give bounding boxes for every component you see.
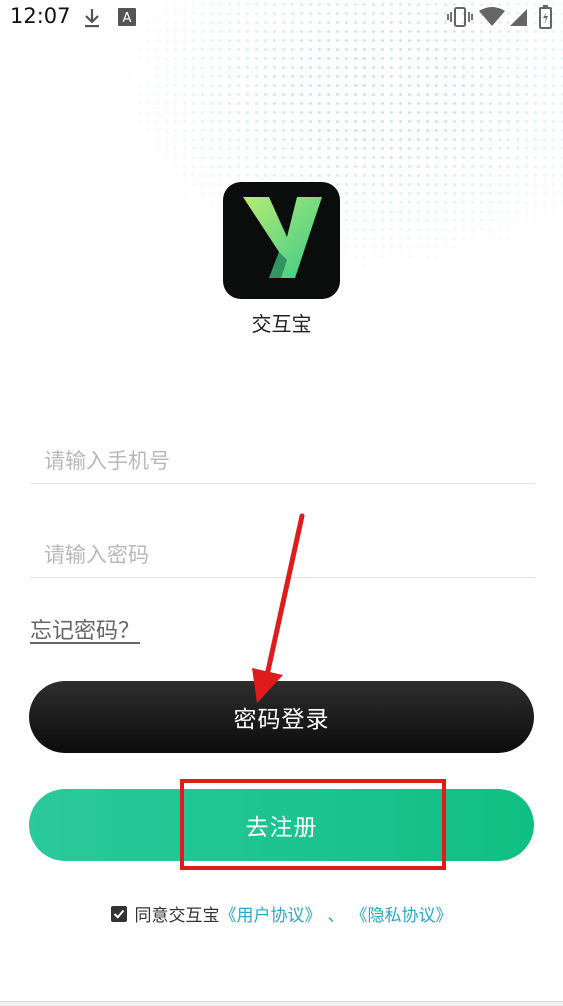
bottom-bar <box>0 1001 563 1006</box>
app-name: 交互宝 <box>251 312 312 336</box>
download-icon <box>85 9 99 28</box>
login-button-label: 密码登录 <box>233 707 330 733</box>
wifi-icon <box>479 7 505 26</box>
battery-icon <box>539 5 552 29</box>
check-icon <box>113 909 124 919</box>
agreement-prefix: 同意交互宝 <box>134 906 220 926</box>
password-login-button[interactable]: 密码登录 <box>29 681 534 753</box>
annotation-highlight-box <box>180 779 446 870</box>
phone-input[interactable] <box>30 438 535 484</box>
agreement-row: 同意交互宝 《用户协议》 、 《隐私协议》 <box>0 901 563 926</box>
y-logo-icon <box>243 197 322 278</box>
password-input[interactable] <box>30 532 535 578</box>
signal-icon <box>510 9 527 26</box>
privacy-agreement-link[interactable]: 《隐私协议》 <box>351 901 453 926</box>
agreement-separator: 、 <box>327 906 345 926</box>
user-agreement-link[interactable]: 《用户协议》 <box>220 901 322 926</box>
agree-checkbox[interactable] <box>110 905 127 922</box>
app-logo <box>223 182 340 299</box>
vibrate-icon <box>447 7 473 27</box>
svg-text:A: A <box>123 11 132 26</box>
status-time: 12:07 <box>10 4 71 28</box>
status-bar: 12:07 A <box>0 0 563 34</box>
forgot-password-link[interactable]: 忘记密码？ <box>30 613 140 645</box>
text-a-icon: A <box>118 8 136 26</box>
